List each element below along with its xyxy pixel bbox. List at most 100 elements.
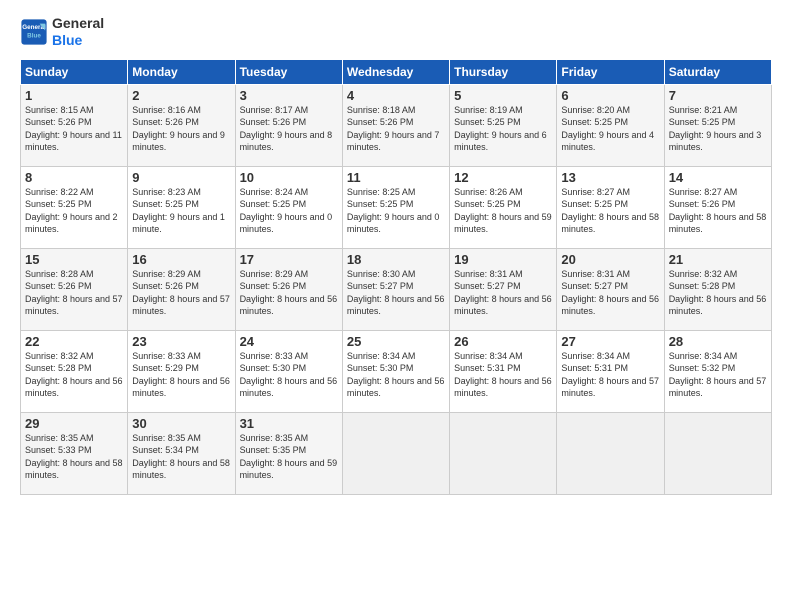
calendar-cell: 26 Sunrise: 8:34 AM Sunset: 5:31 PM Dayl… [450,330,557,412]
daylight-label: Daylight: 9 hours and 9 minutes. [132,130,225,153]
calendar-cell: 18 Sunrise: 8:30 AM Sunset: 5:27 PM Dayl… [342,248,449,330]
sunset-label: Sunset: 5:29 PM [132,363,199,373]
calendar-cell: 25 Sunrise: 8:34 AM Sunset: 5:30 PM Dayl… [342,330,449,412]
sunrise-label: Sunrise: 8:32 AM [669,269,738,279]
calendar-cell: 23 Sunrise: 8:33 AM Sunset: 5:29 PM Dayl… [128,330,235,412]
day-number: 24 [240,334,338,349]
day-info: Sunrise: 8:31 AM Sunset: 5:27 PM Dayligh… [561,268,659,318]
sunrise-label: Sunrise: 8:34 AM [454,351,523,361]
day-number: 13 [561,170,659,185]
svg-text:Blue: Blue [27,32,41,39]
sunrise-label: Sunrise: 8:33 AM [240,351,309,361]
day-info: Sunrise: 8:16 AM Sunset: 5:26 PM Dayligh… [132,104,230,154]
day-info: Sunrise: 8:33 AM Sunset: 5:29 PM Dayligh… [132,350,230,400]
day-number: 6 [561,88,659,103]
day-info: Sunrise: 8:23 AM Sunset: 5:25 PM Dayligh… [132,186,230,236]
day-info: Sunrise: 8:26 AM Sunset: 5:25 PM Dayligh… [454,186,552,236]
sunrise-label: Sunrise: 8:30 AM [347,269,416,279]
day-info: Sunrise: 8:28 AM Sunset: 5:26 PM Dayligh… [25,268,123,318]
sunrise-label: Sunrise: 8:28 AM [25,269,94,279]
daylight-label: Daylight: 8 hours and 59 minutes. [454,212,552,235]
day-number: 22 [25,334,123,349]
daylight-label: Daylight: 8 hours and 56 minutes. [454,376,552,399]
daylight-label: Daylight: 8 hours and 58 minutes. [561,212,659,235]
sunset-label: Sunset: 5:26 PM [132,117,199,127]
sunrise-label: Sunrise: 8:29 AM [132,269,201,279]
day-info: Sunrise: 8:32 AM Sunset: 5:28 PM Dayligh… [669,268,767,318]
sunset-label: Sunset: 5:33 PM [25,445,92,455]
sunrise-label: Sunrise: 8:22 AM [25,187,94,197]
day-info: Sunrise: 8:29 AM Sunset: 5:26 PM Dayligh… [132,268,230,318]
calendar-cell [664,412,771,494]
sunset-label: Sunset: 5:26 PM [25,117,92,127]
day-number: 14 [669,170,767,185]
day-info: Sunrise: 8:22 AM Sunset: 5:25 PM Dayligh… [25,186,123,236]
sunset-label: Sunset: 5:25 PM [454,117,521,127]
calendar-cell: 10 Sunrise: 8:24 AM Sunset: 5:25 PM Dayl… [235,166,342,248]
calendar-cell: 27 Sunrise: 8:34 AM Sunset: 5:31 PM Dayl… [557,330,664,412]
calendar-row: 29 Sunrise: 8:35 AM Sunset: 5:33 PM Dayl… [21,412,772,494]
sunrise-label: Sunrise: 8:20 AM [561,105,630,115]
sunset-label: Sunset: 5:27 PM [454,281,521,291]
calendar-cell: 6 Sunrise: 8:20 AM Sunset: 5:25 PM Dayli… [557,84,664,166]
calendar-row: 22 Sunrise: 8:32 AM Sunset: 5:28 PM Dayl… [21,330,772,412]
sunrise-label: Sunrise: 8:35 AM [132,433,201,443]
day-number: 16 [132,252,230,267]
header: General Blue General Blue [20,15,772,49]
day-number: 11 [347,170,445,185]
sunset-label: Sunset: 5:25 PM [454,199,521,209]
day-info: Sunrise: 8:35 AM Sunset: 5:33 PM Dayligh… [25,432,123,482]
sunset-label: Sunset: 5:30 PM [347,363,414,373]
daylight-label: Daylight: 8 hours and 56 minutes. [669,294,767,317]
sunrise-label: Sunrise: 8:25 AM [347,187,416,197]
day-number: 28 [669,334,767,349]
day-info: Sunrise: 8:34 AM Sunset: 5:31 PM Dayligh… [561,350,659,400]
calendar-cell: 19 Sunrise: 8:31 AM Sunset: 5:27 PM Dayl… [450,248,557,330]
daylight-label: Daylight: 9 hours and 7 minutes. [347,130,440,153]
calendar-cell: 4 Sunrise: 8:18 AM Sunset: 5:26 PM Dayli… [342,84,449,166]
day-number: 8 [25,170,123,185]
sunset-label: Sunset: 5:25 PM [669,117,736,127]
day-info: Sunrise: 8:33 AM Sunset: 5:30 PM Dayligh… [240,350,338,400]
daylight-label: Daylight: 9 hours and 2 minutes. [25,212,118,235]
header-cell-thursday: Thursday [450,59,557,84]
sunrise-label: Sunrise: 8:15 AM [25,105,94,115]
daylight-label: Daylight: 8 hours and 57 minutes. [669,376,767,399]
daylight-label: Daylight: 8 hours and 59 minutes. [240,458,338,481]
daylight-label: Daylight: 9 hours and 0 minutes. [347,212,440,235]
calendar-cell [557,412,664,494]
daylight-label: Daylight: 8 hours and 56 minutes. [25,376,123,399]
day-number: 3 [240,88,338,103]
sunrise-label: Sunrise: 8:34 AM [561,351,630,361]
sunrise-label: Sunrise: 8:19 AM [454,105,523,115]
day-info: Sunrise: 8:27 AM Sunset: 5:25 PM Dayligh… [561,186,659,236]
sunset-label: Sunset: 5:28 PM [25,363,92,373]
sunset-label: Sunset: 5:31 PM [561,363,628,373]
sunrise-label: Sunrise: 8:34 AM [669,351,738,361]
day-number: 10 [240,170,338,185]
sunrise-label: Sunrise: 8:17 AM [240,105,309,115]
daylight-label: Daylight: 9 hours and 3 minutes. [669,130,762,153]
day-info: Sunrise: 8:17 AM Sunset: 5:26 PM Dayligh… [240,104,338,154]
sunset-label: Sunset: 5:34 PM [132,445,199,455]
sunrise-label: Sunrise: 8:23 AM [132,187,201,197]
day-number: 7 [669,88,767,103]
day-number: 21 [669,252,767,267]
calendar-cell: 13 Sunrise: 8:27 AM Sunset: 5:25 PM Dayl… [557,166,664,248]
sunset-label: Sunset: 5:26 PM [25,281,92,291]
calendar-cell: 16 Sunrise: 8:29 AM Sunset: 5:26 PM Dayl… [128,248,235,330]
daylight-label: Daylight: 8 hours and 58 minutes. [669,212,767,235]
calendar-cell: 21 Sunrise: 8:32 AM Sunset: 5:28 PM Dayl… [664,248,771,330]
calendar-cell: 11 Sunrise: 8:25 AM Sunset: 5:25 PM Dayl… [342,166,449,248]
calendar-cell: 31 Sunrise: 8:35 AM Sunset: 5:35 PM Dayl… [235,412,342,494]
sunrise-label: Sunrise: 8:29 AM [240,269,309,279]
calendar-table: SundayMondayTuesdayWednesdayThursdayFrid… [20,59,772,495]
sunset-label: Sunset: 5:26 PM [347,117,414,127]
sunrise-label: Sunrise: 8:18 AM [347,105,416,115]
day-number: 9 [132,170,230,185]
day-number: 17 [240,252,338,267]
day-number: 31 [240,416,338,431]
day-info: Sunrise: 8:24 AM Sunset: 5:25 PM Dayligh… [240,186,338,236]
sunset-label: Sunset: 5:28 PM [669,281,736,291]
day-info: Sunrise: 8:20 AM Sunset: 5:25 PM Dayligh… [561,104,659,154]
